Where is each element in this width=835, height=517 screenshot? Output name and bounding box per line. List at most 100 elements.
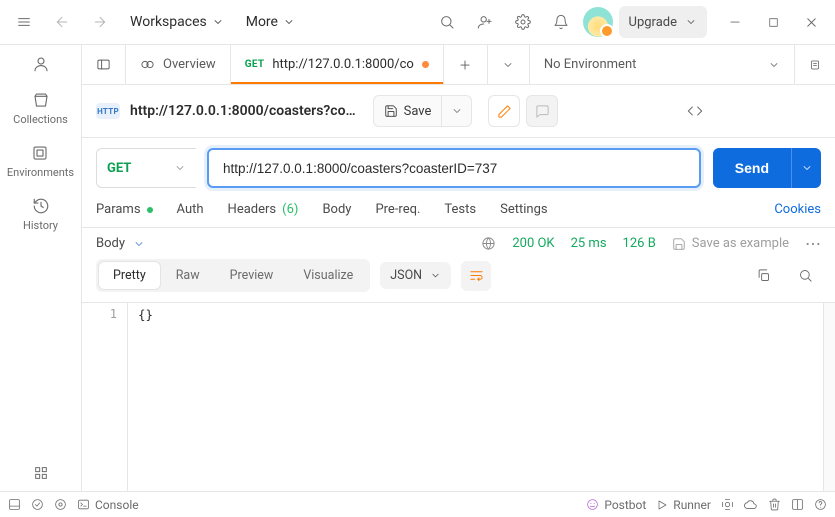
- nav-environments[interactable]: Environments: [7, 144, 74, 179]
- reqtab-auth-label: Auth: [177, 202, 204, 217]
- window-minimize-icon[interactable]: [719, 6, 751, 38]
- save-label: Save: [404, 104, 432, 119]
- unsaved-indicator-icon: [422, 61, 429, 68]
- chevron-down-icon: [768, 59, 780, 71]
- footer-postbot[interactable]: Postbot: [586, 498, 646, 512]
- more-dropdown[interactable]: More: [238, 10, 303, 34]
- share-button[interactable]: [488, 95, 520, 127]
- workspaces-dropdown[interactable]: Workspaces: [122, 10, 232, 34]
- request-breadcrumb[interactable]: http://127.0.0.1:8000/coasters?coasterID…: [130, 103, 363, 119]
- globe-icon[interactable]: [481, 236, 496, 251]
- nav-workspace-icon[interactable]: [32, 55, 50, 73]
- response-scrollbar[interactable]: [823, 303, 835, 491]
- footer-layout-icon[interactable]: [791, 498, 804, 511]
- upgrade-button[interactable]: Upgrade: [619, 6, 707, 38]
- footer-runner[interactable]: Runner: [656, 498, 711, 512]
- view-raw[interactable]: Raw: [162, 262, 214, 289]
- save-dropdown[interactable]: [441, 96, 471, 126]
- params-indicator-icon: [147, 207, 153, 213]
- chevron-down-icon: [685, 16, 697, 28]
- wrap-lines-button[interactable]: [461, 261, 491, 291]
- reqtab-params-label: Params: [96, 202, 141, 217]
- invite-icon[interactable]: [469, 6, 501, 38]
- footer-console[interactable]: Console: [77, 498, 139, 512]
- save-as-example-button[interactable]: Save as example: [672, 236, 789, 251]
- cookies-link[interactable]: Cookies: [774, 202, 821, 217]
- console-icon: [77, 498, 90, 511]
- save-icon: [672, 237, 686, 251]
- window-close-icon[interactable]: [795, 6, 827, 38]
- search-icon[interactable]: [431, 6, 463, 38]
- tab-overview[interactable]: Overview: [126, 45, 231, 84]
- avatar[interactable]: [583, 7, 613, 37]
- tabs-dropdown[interactable]: [488, 45, 530, 84]
- send-button[interactable]: Send: [713, 148, 791, 188]
- status-bar: Console Postbot Runner: [0, 491, 835, 517]
- pencil-icon: [497, 104, 512, 119]
- environment-quicklook-icon[interactable]: [795, 45, 835, 84]
- search-response-icon[interactable]: [789, 260, 821, 292]
- postbot-icon: [586, 498, 599, 511]
- reqtab-headers-label: Headers: [228, 202, 277, 217]
- save-button[interactable]: Save: [374, 96, 442, 126]
- sidebar-toggle-icon[interactable]: [82, 45, 126, 84]
- footer-sync-icon[interactable]: [54, 498, 67, 511]
- nav-history[interactable]: History: [23, 197, 58, 232]
- reqtab-prereq[interactable]: Pre-req.: [375, 202, 420, 217]
- new-tab-button[interactable]: [444, 45, 488, 84]
- window-maximize-icon[interactable]: [757, 6, 789, 38]
- send-dropdown[interactable]: [791, 148, 821, 188]
- nav-forward-icon[interactable]: [84, 6, 116, 38]
- workspaces-label: Workspaces: [130, 14, 207, 30]
- nav-back-icon[interactable]: [46, 6, 78, 38]
- view-pretty[interactable]: Pretty: [99, 262, 160, 289]
- footer-find-icon[interactable]: [31, 498, 44, 511]
- environment-selector[interactable]: No Environment: [530, 45, 795, 84]
- response-time: 25 ms: [571, 236, 607, 251]
- upgrade-label: Upgrade: [629, 15, 677, 30]
- reqtab-tests[interactable]: Tests: [444, 202, 476, 217]
- format-selector[interactable]: JSON: [380, 262, 451, 289]
- environment-label: No Environment: [544, 57, 637, 72]
- view-pretty-label: Pretty: [113, 268, 146, 283]
- method-selector[interactable]: GET: [96, 148, 196, 188]
- reqtab-settings[interactable]: Settings: [500, 202, 547, 217]
- line-number: 1: [86, 307, 117, 321]
- reqtab-params[interactable]: Params: [96, 202, 153, 217]
- nav-apps-icon[interactable]: [33, 465, 49, 491]
- view-visualize[interactable]: Visualize: [289, 262, 367, 289]
- wrap-icon: [469, 268, 484, 283]
- footer-runner-label: Runner: [673, 498, 711, 512]
- reqtab-auth[interactable]: Auth: [177, 202, 204, 217]
- url-input[interactable]: [221, 160, 687, 177]
- view-preview[interactable]: Preview: [216, 262, 288, 289]
- response-section-selector[interactable]: Body: [96, 236, 145, 251]
- footer-help-icon[interactable]: [814, 498, 827, 511]
- reqtab-body[interactable]: Body: [322, 202, 351, 217]
- code-snippet-button[interactable]: [568, 95, 821, 127]
- footer-panel-icon[interactable]: [8, 498, 21, 511]
- http-badge-label: HTTP: [97, 107, 119, 116]
- tab-request[interactable]: GET http://127.0.0.1:8000/co: [231, 45, 444, 84]
- tab-overview-label: Overview: [163, 57, 216, 72]
- code-icon: [687, 103, 703, 119]
- footer-trash-icon[interactable]: [768, 498, 781, 511]
- more-options-icon[interactable]: [805, 242, 821, 246]
- nav-collections[interactable]: Collections: [13, 91, 68, 126]
- footer-console-label: Console: [95, 498, 139, 512]
- work-area: Overview GET http://127.0.0.1:8000/co No…: [82, 45, 835, 491]
- settings-icon[interactable]: [507, 6, 539, 38]
- save-icon: [384, 104, 398, 118]
- response-code[interactable]: {}: [128, 303, 823, 491]
- reqtab-headers-count: (6): [282, 202, 298, 217]
- response-size: 126 B: [623, 236, 656, 251]
- copy-response-icon[interactable]: [747, 260, 779, 292]
- reqtab-headers[interactable]: Headers (6): [228, 202, 299, 217]
- comment-icon: [535, 104, 550, 119]
- http-badge-icon: HTTP: [96, 103, 120, 119]
- app-header: Workspaces More Upgrade: [0, 0, 835, 45]
- footer-cloud-icon[interactable]: [744, 498, 758, 512]
- menu-icon[interactable]: [8, 6, 40, 38]
- notifications-icon[interactable]: [545, 6, 577, 38]
- footer-capture-icon[interactable]: [721, 498, 734, 511]
